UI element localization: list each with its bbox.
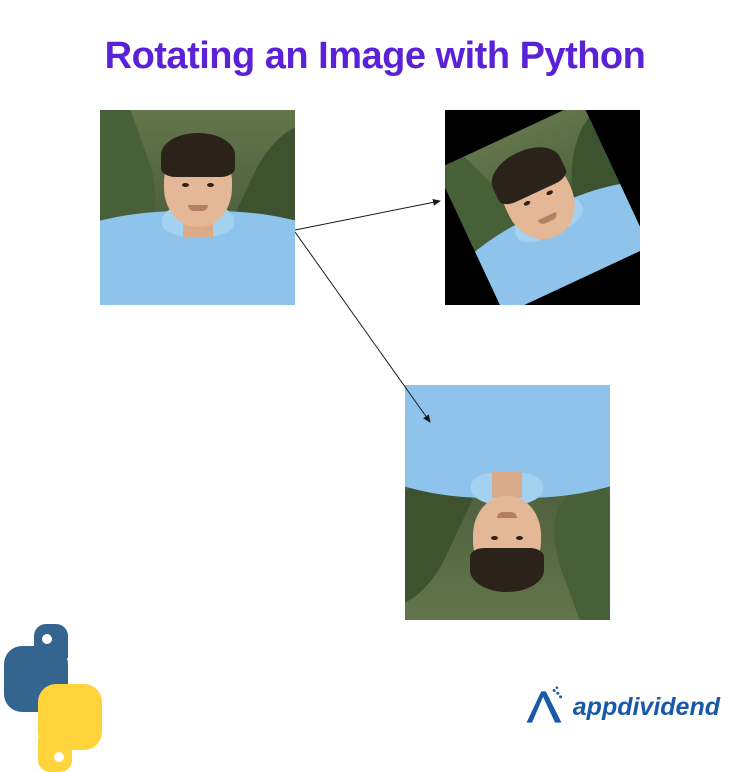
- portrait-rotated: [445, 110, 640, 305]
- page-title: Rotating an Image with Python: [0, 35, 750, 78]
- brand-text: appdividend: [573, 693, 720, 722]
- image-rotated-180: [405, 385, 610, 620]
- brand-mark-icon: [521, 684, 567, 730]
- image-original: [100, 110, 295, 305]
- python-logo-icon: [0, 642, 116, 762]
- portrait-original: [100, 110, 295, 305]
- arrow-to-rotated: [295, 201, 440, 230]
- image-rotated-25: [445, 110, 640, 305]
- portrait-flipped: [405, 385, 610, 620]
- brand-logo: appdividend: [521, 684, 720, 730]
